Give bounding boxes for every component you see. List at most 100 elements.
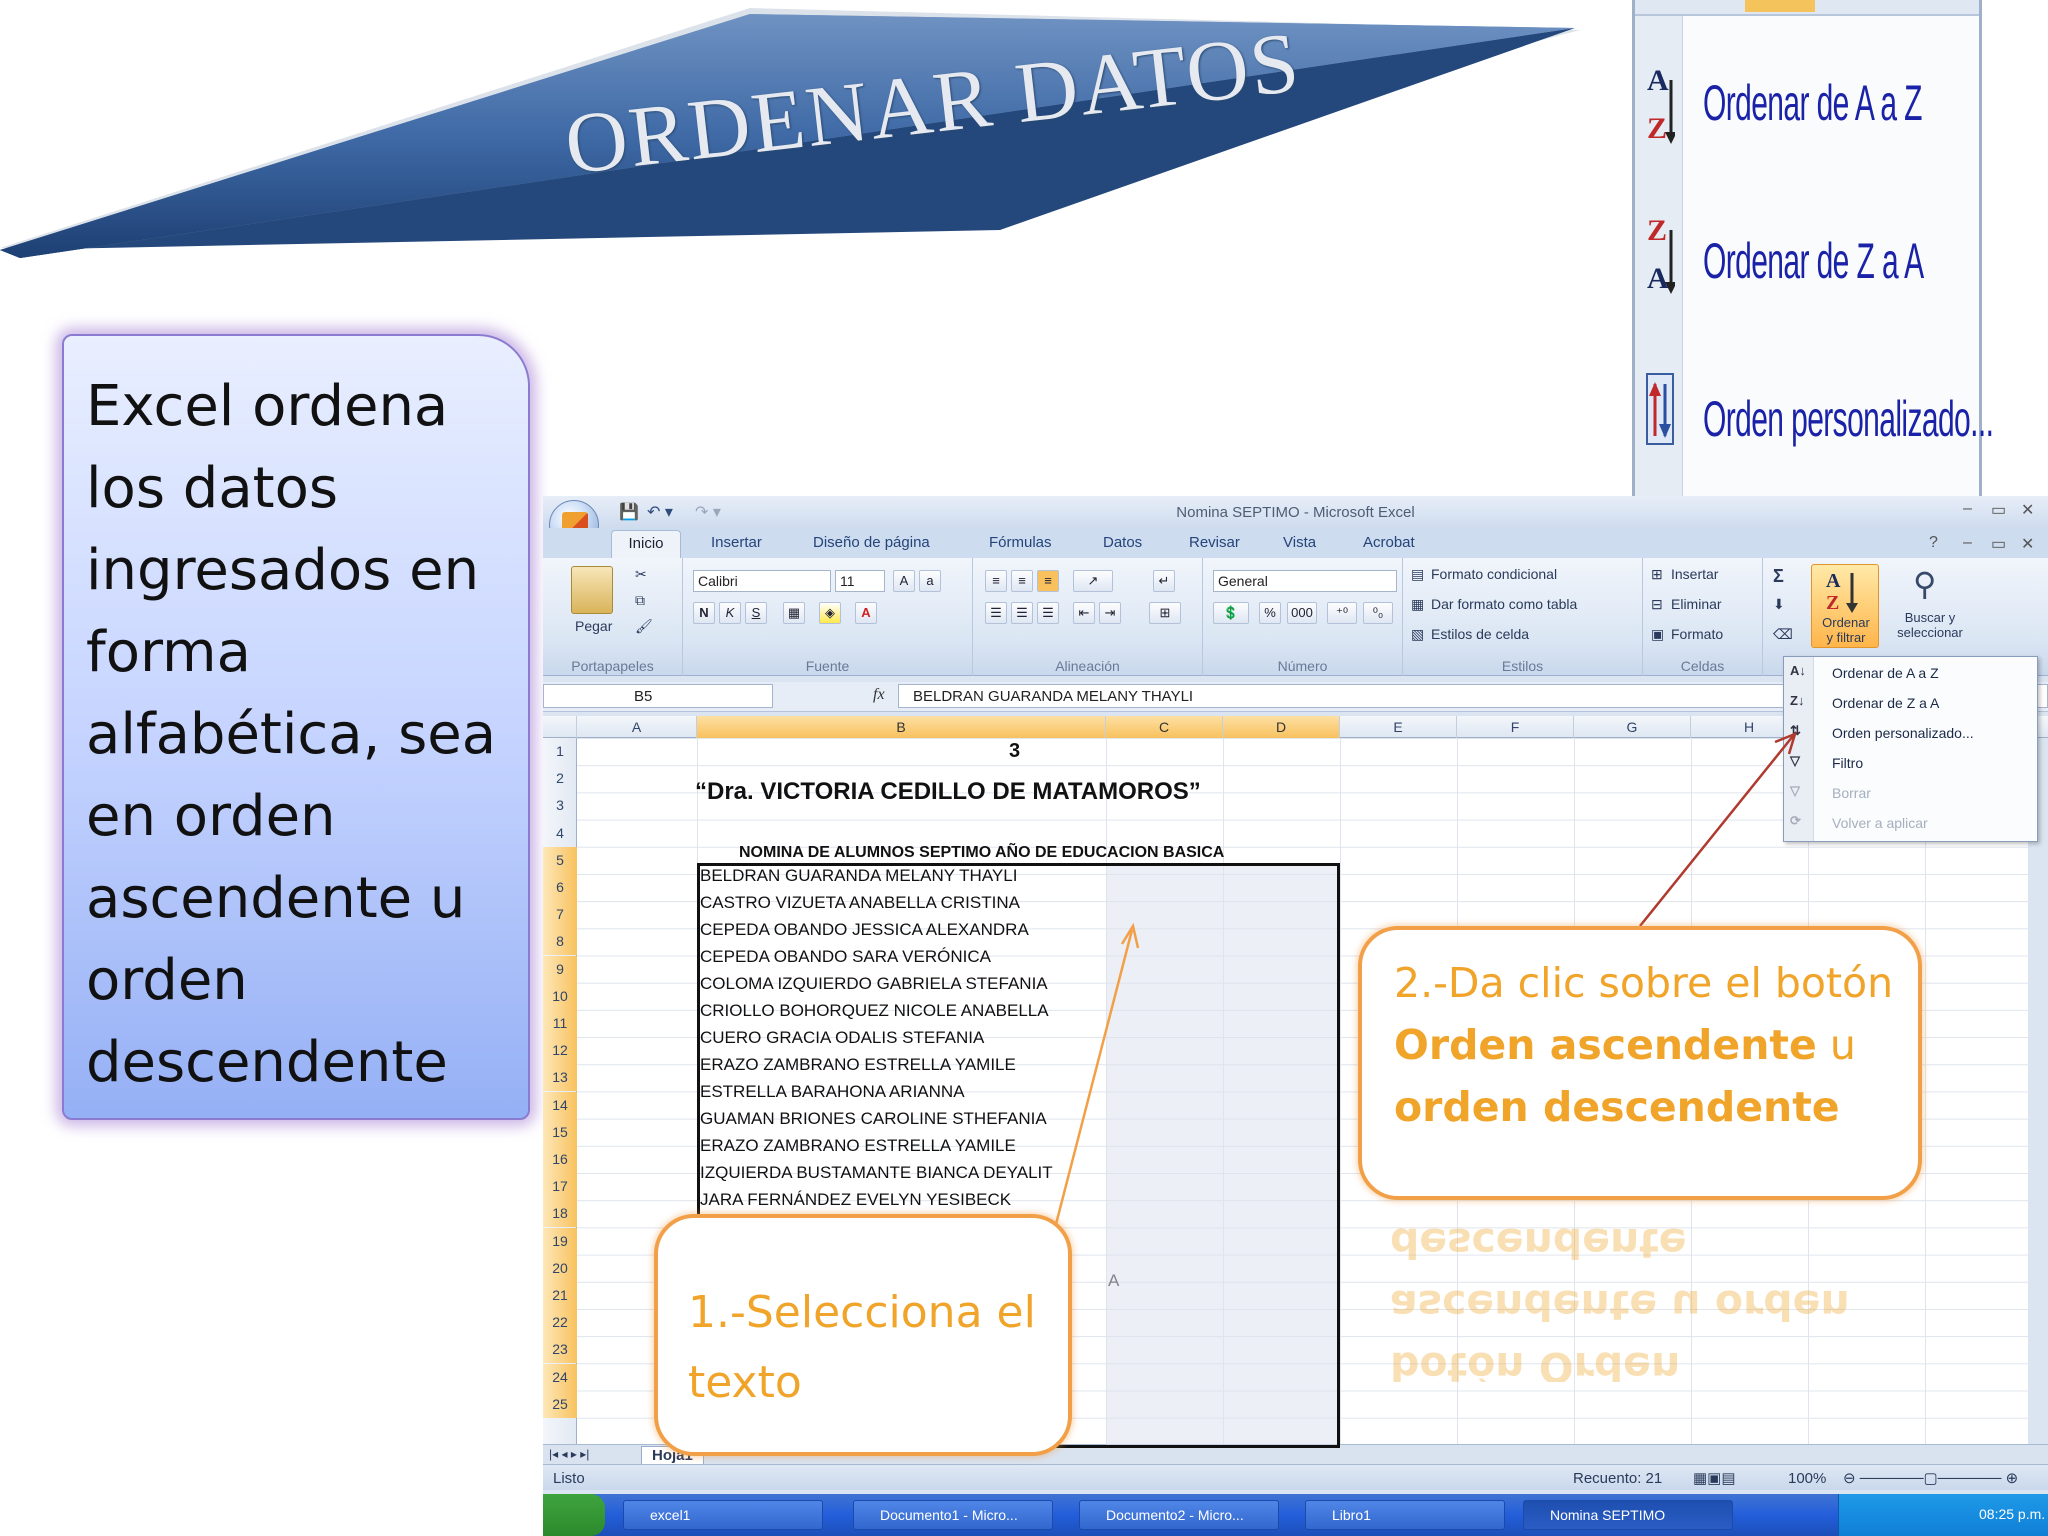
tab-insertar[interactable]: Insertar <box>711 534 762 551</box>
column-header-e[interactable]: E <box>1340 716 1457 738</box>
row-header-7[interactable]: 7 <box>543 901 577 929</box>
column-header-a[interactable]: A <box>577 716 697 738</box>
dropdown-item-sort-za[interactable]: Ordenar de Z a A <box>1832 695 1939 711</box>
find-select-button[interactable]: Buscar y seleccionar <box>1875 610 1985 640</box>
tab-diseno-pagina[interactable]: Diseño de página <box>813 534 930 551</box>
row-header-9[interactable]: 9 <box>543 955 577 983</box>
doc-minimize-icon[interactable]: – <box>1963 534 1972 552</box>
row-header-8[interactable]: 8 <box>543 928 577 956</box>
wrap-text-icon[interactable]: ↵ <box>1153 570 1175 592</box>
dropdown-item-filter[interactable]: Filtro <box>1832 755 1863 771</box>
thousands-button[interactable]: 000 <box>1287 602 1317 624</box>
tab-datos[interactable]: Datos <box>1103 534 1142 551</box>
row-header-19[interactable]: 19 <box>543 1227 577 1255</box>
start-button[interactable] <box>543 1494 605 1536</box>
row-header-3[interactable]: 3 <box>543 792 577 819</box>
number-format-select[interactable]: General <box>1213 570 1397 592</box>
fill-icon[interactable]: ⬇ <box>1773 596 1785 613</box>
increase-decimal-icon[interactable]: ⁺⁰ <box>1327 602 1357 624</box>
row-header-15[interactable]: 15 <box>543 1118 577 1146</box>
tab-acrobat[interactable]: Acrobat <box>1363 534 1415 551</box>
insert-cells-button[interactable]: Insertar <box>1671 566 1718 582</box>
doc-close-icon[interactable]: ✕ <box>2021 534 2034 554</box>
redo-icon[interactable]: ↷ ▾ <box>695 502 721 522</box>
taskbar-item-excel1[interactable]: excel1 <box>623 1500 823 1530</box>
format-cells-button[interactable]: Formato <box>1671 626 1723 642</box>
view-buttons-icon[interactable]: ▦▣▤ <box>1693 1469 1736 1487</box>
name-box[interactable]: B5 <box>543 684 773 708</box>
cut-icon[interactable]: ✂ <box>635 566 647 583</box>
taskbar-item-libro1[interactable]: Libro1 <box>1305 1500 1505 1530</box>
merge-center-icon[interactable]: ⊞ <box>1149 602 1181 624</box>
conditional-format-button[interactable]: Formato condicional <box>1431 566 1557 582</box>
taskbar-item-documento2[interactable]: Documento2 - Micro... <box>1079 1500 1279 1530</box>
tab-formulas[interactable]: Fórmulas <box>989 534 1052 551</box>
decrease-decimal-icon[interactable]: ⁰₀ <box>1363 602 1393 624</box>
align-left-icon[interactable]: ☰ <box>985 602 1007 624</box>
format-as-table-button[interactable]: Dar formato como tabla <box>1431 596 1577 612</box>
row-header-24[interactable]: 24 <box>543 1363 577 1391</box>
row-header-12[interactable]: 12 <box>543 1037 577 1065</box>
bold-button[interactable]: N <box>693 602 715 624</box>
dropdown-item-sort-az[interactable]: Ordenar de A a Z <box>1832 665 1939 681</box>
sheet-nav-icon[interactable]: |◂ ◂ ▸ ▸| <box>549 1447 589 1461</box>
tab-inicio[interactable]: Inicio <box>611 530 681 558</box>
orientation-icon[interactable]: ↗ <box>1073 570 1113 592</box>
row-header-17[interactable]: 17 <box>543 1173 577 1201</box>
align-middle-icon[interactable]: ≡ <box>1011 570 1033 592</box>
percent-button[interactable]: % <box>1259 602 1281 624</box>
shrink-font-icon[interactable]: a <box>919 570 941 592</box>
paste-icon[interactable] <box>571 566 613 614</box>
format-painter-icon[interactable]: 🖌 <box>635 618 653 635</box>
cell-b2[interactable]: “Dra. VICTORIA CEDILLO DE MATAMOROS” <box>695 778 1201 806</box>
column-header-c[interactable]: C <box>1106 716 1223 738</box>
column-header-g[interactable]: G <box>1574 716 1691 738</box>
taskbar-item-nomina[interactable]: Nomina SEPTIMO <box>1523 1500 1733 1530</box>
borders-icon[interactable]: ▦ <box>783 602 805 624</box>
select-all-corner[interactable] <box>543 716 577 738</box>
help-icon[interactable]: ? <box>1929 534 1938 552</box>
copy-icon[interactable]: ⧉ <box>635 592 645 609</box>
row-header-1[interactable]: 1 <box>543 738 577 765</box>
row-header-11[interactable]: 11 <box>543 1010 577 1037</box>
increase-indent-icon[interactable]: ⇥ <box>1099 602 1121 624</box>
row-header-4[interactable]: 4 <box>543 820 577 847</box>
zoom-level[interactable]: 100% <box>1788 1470 1826 1487</box>
row-header-22[interactable]: 22 <box>543 1309 577 1337</box>
paste-label[interactable]: Pegar <box>575 618 612 634</box>
undo-icon[interactable]: ↶ ▾ <box>647 502 673 522</box>
row-header-6[interactable]: 6 <box>543 874 577 901</box>
row-header-5[interactable]: 5 <box>543 846 577 874</box>
row-header-20[interactable]: 20 <box>543 1254 577 1282</box>
font-name-select[interactable]: Calibri <box>693 570 831 592</box>
font-size-select[interactable]: 11 <box>835 570 885 592</box>
zoom-slider[interactable]: ⊖ ──────▢────── ⊕ <box>1843 1469 2018 1487</box>
dropdown-item-custom-sort[interactable]: Orden personalizado... <box>1832 725 1974 741</box>
align-center-icon[interactable]: ☰ <box>1011 602 1033 624</box>
clear-icon[interactable]: ⌫ <box>1773 626 1793 643</box>
autosum-icon[interactable]: Σ <box>1773 566 1784 587</box>
cell-styles-button[interactable]: Estilos de celda <box>1431 626 1529 642</box>
cell-b1[interactable]: 3 <box>1009 740 1020 763</box>
underline-button[interactable]: S <box>745 602 767 624</box>
row-header-25[interactable]: 25 <box>543 1390 577 1418</box>
row-header-2[interactable]: 2 <box>543 765 577 792</box>
doc-restore-icon[interactable]: ▭ <box>1991 534 2006 554</box>
column-header-f[interactable]: F <box>1457 716 1574 738</box>
row-header-23[interactable]: 23 <box>543 1336 577 1364</box>
zoom-menu-item-custom-sort[interactable]: Orden personalizado... <box>1703 390 1994 448</box>
close-icon[interactable]: ✕ <box>2021 500 2034 520</box>
zoom-menu-item-sort-az[interactable]: Ordenar de A a Z <box>1703 74 1922 132</box>
tab-revisar[interactable]: Revisar <box>1189 534 1240 551</box>
align-bottom-icon[interactable]: ≡ <box>1037 570 1059 592</box>
function-icon[interactable]: fx <box>873 686 885 704</box>
cell-b4[interactable]: NOMINA DE ALUMNOS SEPTIMO AÑO DE EDUCACI… <box>739 844 1224 862</box>
row-header-16[interactable]: 16 <box>543 1146 577 1173</box>
taskbar-item-documento1[interactable]: Documento1 - Micro... <box>853 1500 1053 1530</box>
currency-icon[interactable]: 💲 <box>1213 602 1249 624</box>
grow-font-icon[interactable]: A <box>893 570 915 592</box>
tab-vista[interactable]: Vista <box>1283 534 1316 551</box>
maximize-icon[interactable]: ▭ <box>1991 500 2006 520</box>
row-header-21[interactable]: 21 <box>543 1282 577 1309</box>
minimize-icon[interactable]: – <box>1963 500 1972 518</box>
